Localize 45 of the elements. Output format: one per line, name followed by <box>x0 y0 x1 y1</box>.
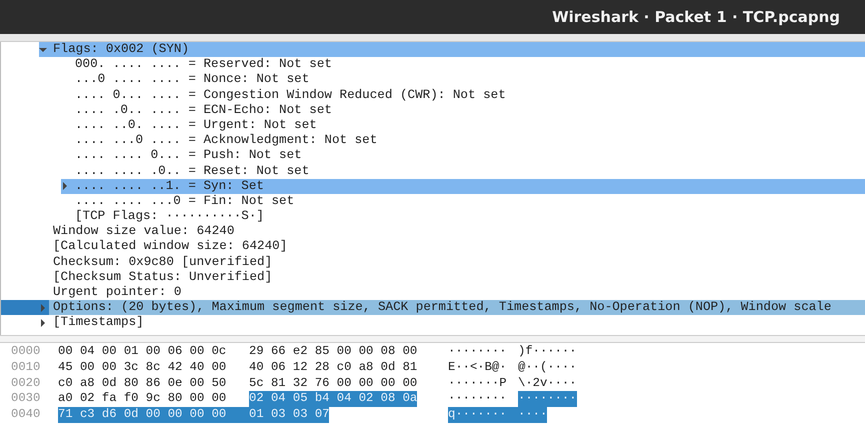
hex-bytes: a0 02 fa f0 9c 80 00 00 <box>58 391 228 408</box>
tree-item[interactable]: [Calculated window size: 64240] <box>1 239 865 255</box>
tree-item[interactable]: Window size value: 64240 <box>1 224 865 240</box>
ascii-text: ·······P <box>448 376 508 392</box>
offset-label: 0030 <box>10 391 42 408</box>
hex-bytes: 40 06 12 28 c0 a8 0d 81 <box>249 360 418 376</box>
hex-bytes: 45 00 00 3c 8c 42 40 00 <box>58 360 228 376</box>
offset-label: 0020 <box>10 376 42 392</box>
hex-bytes: 02 04 05 b4 04 02 08 0a <box>249 391 418 408</box>
tree-item[interactable]: .... .... 0... = Push: Not set <box>1 148 865 164</box>
ascii-text: ········ <box>518 391 577 408</box>
offset-label: 0000 <box>10 344 42 360</box>
tree-item[interactable]: [TCP Flags: ··········S·] <box>1 209 865 224</box>
tree-item[interactable]: .... ..0. .... = Urgent: Not set <box>1 118 865 134</box>
ascii-text: q······· <box>448 407 518 423</box>
tree-item[interactable]: 000. .... .... = Reserved: Not set <box>1 57 865 72</box>
ascii-text: ········ <box>448 391 508 408</box>
hex-bytes: 5c 81 32 76 00 00 00 00 <box>249 376 418 392</box>
ascii-text: E··<·B@· <box>448 360 508 376</box>
hex-bytes: 71 c3 d6 0d 00 00 00 00 <box>58 407 249 423</box>
expanded-arrow-icon[interactable] <box>39 46 47 54</box>
tree-item[interactable]: [Timestamps] <box>1 315 865 331</box>
tree-item[interactable]: .... .0.. .... = ECN-Echo: Not set <box>1 102 865 118</box>
hex-bytes: c0 a8 0d 80 86 0e 00 50 <box>58 376 228 392</box>
offset-label: 0040 <box>10 407 42 423</box>
tree-item[interactable]: Checksum: 0x9c80 [unverified] <box>1 254 865 270</box>
tree-item[interactable]: .... 0... .... = Congestion Window Reduced (CWR): Not set <box>1 88 865 103</box>
tree-item[interactable]: Options: (20 bytes), Maximum segment size, SACK permitted, Timestamps, No-Operation (NOP), Window scale <box>1 300 865 316</box>
tree-item[interactable]: .... .... .0.. = Reset: Not set <box>1 164 865 179</box>
tree-item[interactable]: .... .... ...0 = Fin: Not set <box>1 194 865 210</box>
tree-item[interactable]: Urgent pointer: 0 <box>1 285 865 300</box>
hex-bytes: 00 04 00 01 00 06 00 0c <box>58 344 228 360</box>
offset-label: 0010 <box>10 360 42 376</box>
tree-item[interactable]: [Checksum Status: Unverified] <box>1 270 865 285</box>
collapsed-arrow-icon[interactable] <box>61 182 69 190</box>
tree-item[interactable]: ...0 .... .... = Nonce: Not set <box>1 72 865 88</box>
ascii-text: \·2v···· <box>518 376 578 392</box>
tree-item[interactable]: .... ...0 .... = Acknowledgment: Not set <box>1 133 865 148</box>
hex-bytes: 29 66 e2 85 00 00 08 00 <box>249 344 418 360</box>
ascii-text: )f······ <box>518 344 578 360</box>
window-title: Wireshark · Packet 1 · TCP.pcapng <box>552 8 840 26</box>
ascii-text: @··(···· <box>518 360 578 376</box>
hex-bytes: 01 03 03 07 <box>249 407 330 423</box>
ascii-text: ···· <box>518 407 548 423</box>
ascii-text: ········ <box>448 344 508 360</box>
